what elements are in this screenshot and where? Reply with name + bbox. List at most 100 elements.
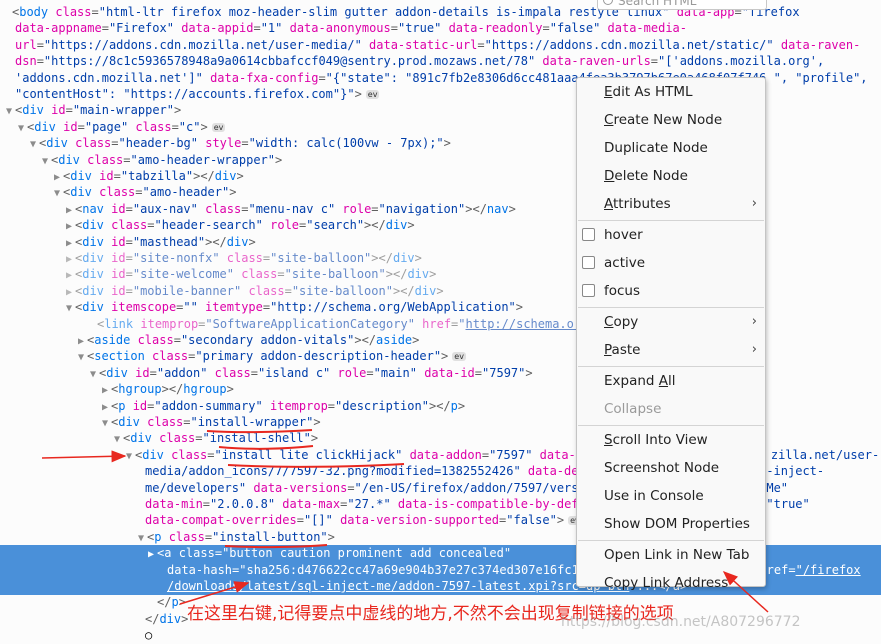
tag-name: p bbox=[171, 595, 179, 610]
attr-equals: = bbox=[250, 365, 259, 380]
collapse-twisty-icon[interactable]: ▼ bbox=[51, 186, 63, 201]
attr-equals: = bbox=[347, 480, 355, 495]
menu-item-edit-as-html[interactable]: Edit As HTML bbox=[577, 79, 765, 105]
tag-name: div bbox=[58, 152, 80, 167]
expand-twisty-icon[interactable]: ▶ bbox=[51, 170, 63, 185]
tag-name: div bbox=[214, 169, 237, 183]
attr-name: ref bbox=[766, 562, 789, 577]
menu-item-focus[interactable]: focus bbox=[577, 278, 765, 304]
checkbox-icon[interactable] bbox=[582, 256, 595, 269]
event-badge[interactable]: ev bbox=[365, 90, 380, 99]
expand-twisty-icon[interactable]: ▶ bbox=[63, 236, 75, 251]
search-placeholder: Search HTML bbox=[618, 0, 697, 8]
event-badge[interactable]: ev bbox=[211, 122, 226, 132]
attr-name: href bbox=[414, 316, 452, 331]
attr-value: " bbox=[458, 316, 466, 331]
menu-item-hover[interactable]: hover bbox=[577, 222, 765, 248]
attr-value: "SoftwareApplicationCategory" bbox=[205, 316, 415, 331]
collapse-twisty-icon[interactable]: ▼ bbox=[111, 432, 123, 447]
menu-separator bbox=[578, 425, 764, 426]
menu-item-scroll-into-view[interactable]: Scroll Into View bbox=[577, 427, 765, 453]
attr-value: "site-balloon" bbox=[291, 283, 393, 298]
event-badge[interactable]: ev bbox=[452, 352, 466, 362]
menu-item-open-link-in-new-tab[interactable]: Open Link in New Tab bbox=[577, 542, 765, 568]
menu-item-label-rest: opy bbox=[613, 314, 639, 330]
attr-name: class bbox=[163, 447, 208, 462]
collapse-twisty-icon[interactable]: ▼ bbox=[3, 104, 15, 119]
attr-link[interactable]: http://schema.org bbox=[466, 317, 589, 331]
collapse-twisty-icon[interactable]: ▼ bbox=[123, 449, 135, 464]
attr-name: class bbox=[207, 365, 251, 380]
expand-twisty-icon[interactable]: ▶ bbox=[63, 252, 75, 267]
attr-name: itemprop bbox=[262, 398, 328, 413]
menu-item-screenshot-node[interactable]: Screenshot Node bbox=[577, 455, 765, 481]
tag-bracket: </ bbox=[200, 169, 215, 183]
attr-equals: = bbox=[481, 447, 490, 462]
collapse-twisty-icon[interactable]: ▼ bbox=[99, 416, 111, 431]
tag-name: aside bbox=[376, 333, 413, 347]
attr-value: "site-balloon" bbox=[284, 267, 386, 282]
tag-name: nav bbox=[82, 201, 104, 216]
attr-equals: = bbox=[173, 333, 181, 347]
markup-line[interactable]: dsn="https://8c1c5936578948a9a0614cbbafc… bbox=[0, 53, 881, 70]
menu-item-show-dom-properties[interactable]: Show DOM Properties bbox=[577, 511, 765, 537]
search-html-input[interactable]: Search HTML bbox=[597, 0, 767, 10]
expand-twisty-icon[interactable]: ▶ bbox=[75, 334, 87, 349]
attr-name: class bbox=[197, 201, 242, 216]
attr-link[interactable]: "/firefox bbox=[796, 563, 861, 577]
menu-item-copy[interactable]: Copy › bbox=[577, 309, 765, 335]
collapse-twisty-icon[interactable]: ▼ bbox=[63, 301, 75, 316]
tag-name: div bbox=[82, 283, 104, 298]
attr-value: "page" bbox=[84, 119, 129, 134]
attr-equals: = bbox=[171, 119, 179, 134]
menu-item-copy-link-address[interactable]: Copy Link Address bbox=[577, 570, 765, 596]
menu-item-active[interactable]: active bbox=[577, 250, 765, 276]
tag-name: div bbox=[82, 234, 104, 249]
markup-line[interactable]: url="https://addons.cdn.mozilla.net/user… bbox=[0, 37, 881, 54]
expand-twisty-icon[interactable]: ▶ bbox=[145, 547, 157, 562]
expand-twisty-icon[interactable]: ▶ bbox=[63, 285, 75, 300]
menu-item-duplicate-node[interactable]: Duplicate Node bbox=[577, 135, 765, 161]
tag-bracket: > bbox=[525, 365, 533, 380]
attr-name: data-static-url bbox=[361, 37, 478, 52]
expand-twisty-icon[interactable]: ▶ bbox=[63, 268, 75, 283]
menu-item-paste[interactable]: Paste › bbox=[577, 337, 765, 363]
attr-equals: = bbox=[296, 513, 304, 528]
attr-name: class bbox=[130, 333, 174, 347]
collapse-twisty-icon[interactable]: ▼ bbox=[27, 137, 39, 152]
attr-value: "1" bbox=[260, 21, 283, 36]
menu-item-use-in-console[interactable]: Use in Console bbox=[577, 483, 765, 509]
expand-twisty-icon[interactable]: ▶ bbox=[99, 400, 111, 415]
checkbox-icon[interactable] bbox=[582, 284, 595, 297]
expand-twisty-icon[interactable]: ▶ bbox=[99, 383, 111, 398]
menu-item-delete-node[interactable]: Delete Node bbox=[577, 163, 765, 189]
checkbox-icon[interactable] bbox=[582, 228, 595, 241]
tag-name: nav bbox=[486, 201, 509, 216]
collapse-twisty-icon[interactable]: ▼ bbox=[87, 367, 99, 382]
attr-equals: = bbox=[36, 37, 44, 52]
attr-name: data-addon bbox=[402, 447, 482, 462]
attr-equals: = bbox=[65, 103, 73, 118]
attr-name: itemtype bbox=[197, 300, 263, 315]
expand-twisty-icon[interactable]: ▶ bbox=[63, 219, 75, 234]
tag-name: hgroup bbox=[118, 382, 162, 397]
attr-name: role bbox=[335, 201, 372, 216]
expand-twisty-icon[interactable]: ▶ bbox=[63, 203, 75, 218]
menu-item-create-new-node[interactable]: Create New Node bbox=[577, 107, 765, 133]
attr-equals: = bbox=[366, 365, 374, 380]
collapse-twisty-icon[interactable]: ▼ bbox=[15, 121, 27, 136]
menu-item-attributes[interactable]: Attributes › bbox=[577, 191, 765, 217]
tag-name: div bbox=[130, 431, 152, 446]
attr-name: data-raven- bbox=[773, 37, 861, 52]
collapse-twisty-icon[interactable]: ▼ bbox=[135, 531, 147, 546]
menu-separator bbox=[578, 220, 764, 221]
markup-line[interactable]: data-appname="Firefox" data-appid="1" da… bbox=[0, 20, 881, 37]
attr-equals: = bbox=[474, 365, 483, 380]
attr-link[interactable]: /downloads/latest/sql-inject-me/addon-75… bbox=[167, 579, 629, 593]
menu-item-expand-all[interactable]: Expand All bbox=[577, 368, 765, 394]
attr-name: role bbox=[262, 218, 300, 233]
collapse-twisty-icon[interactable]: ▼ bbox=[75, 350, 87, 365]
attr-value: "menu-nav c" bbox=[248, 201, 336, 216]
attr-value: "site-balloon" bbox=[270, 251, 372, 265]
collapse-twisty-icon[interactable]: ▼ bbox=[39, 154, 51, 169]
